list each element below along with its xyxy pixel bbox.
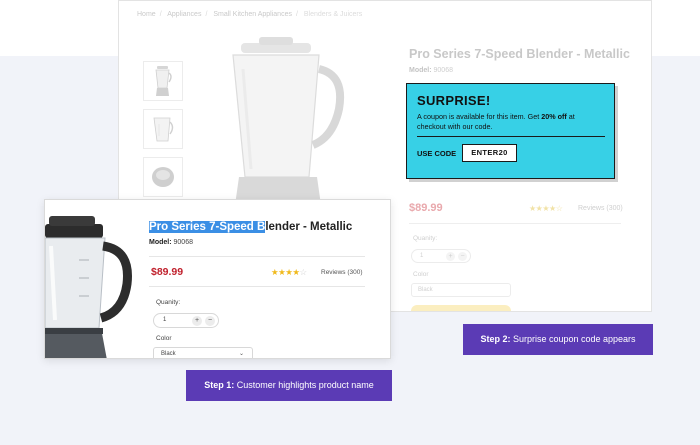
breadcrumb-appliances[interactable]: Appliances — [167, 11, 201, 18]
divider — [149, 286, 365, 287]
popup-title: SURPRISE! — [417, 93, 491, 108]
minus-icon[interactable]: − — [205, 316, 215, 326]
breadcrumb-current: Blenders & Juicers — [303, 11, 363, 18]
add-to-cart-button[interactable] — [411, 305, 511, 311]
step2-label: Step 2: Surprise coupon code appears — [463, 324, 653, 355]
product-model: Model: 90068 — [149, 239, 193, 246]
rating-stars: ★★★★☆ — [271, 267, 307, 277]
plus-icon[interactable]: + — [446, 252, 455, 261]
step1-label: Step 1: Customer highlights product name — [186, 370, 392, 401]
background-stars: ★★★★☆ — [529, 204, 563, 213]
divider — [409, 223, 621, 224]
coupon-popup: SURPRISE! A coupon is available for this… — [406, 83, 615, 179]
blender-hero-image — [232, 37, 344, 219]
coupon-code-box[interactable]: ENTER20 — [462, 144, 517, 162]
background-price: $89.99 — [409, 202, 443, 214]
background-model: Model: 90068 — [409, 67, 453, 74]
background-color-select[interactable]: Black — [411, 283, 511, 297]
plus-icon[interactable]: + — [192, 316, 202, 326]
blender-product-image — [45, 216, 132, 358]
highlighted-selection[interactable]: Pro Series 7-Speed B — [149, 221, 266, 233]
popup-divider — [417, 136, 605, 137]
breadcrumb-home[interactable]: Home — [137, 11, 156, 18]
background-reviews-link[interactable]: Reviews (300) — [578, 205, 623, 212]
base-thumb-icon — [152, 167, 174, 187]
background-product-title: Pro Series 7-Speed Blender - Metallic — [409, 47, 630, 61]
product-price: $89.99 — [151, 266, 184, 278]
divider — [149, 256, 365, 257]
background-quantity-stepper[interactable]: 1 + − — [411, 249, 471, 263]
jar-thumb-icon — [153, 117, 174, 142]
popup-body: A coupon is available for this item. Get… — [417, 112, 575, 131]
breadcrumb-small-kitchen[interactable]: Small Kitchen Appliances — [213, 11, 292, 18]
reviews-link[interactable]: Reviews (300) — [321, 269, 363, 276]
quantity-value[interactable]: 1 — [163, 317, 166, 323]
product-card: Pro Series 7-Speed Blender - Metallic Mo… — [44, 199, 391, 359]
use-code-label: USE CODE — [417, 148, 457, 158]
quantity-label: Quanity: — [156, 299, 181, 306]
blender-thumb-icon — [155, 66, 172, 96]
thumbnail-3[interactable] — [143, 157, 183, 197]
thumbnail-2[interactable] — [143, 109, 183, 149]
background-color-label: Color — [413, 271, 429, 278]
quantity-stepper[interactable]: 1 + − — [153, 313, 219, 328]
minus-icon[interactable]: − — [458, 252, 467, 261]
chevron-down-icon: ⌄ — [238, 351, 244, 357]
color-select[interactable]: Black ⌄ — [153, 347, 253, 358]
product-title: Pro Series 7-Speed Blender - Metallic — [149, 221, 353, 233]
thumbnail-1[interactable] — [143, 61, 183, 101]
breadcrumb: Home / Appliances / Small Kitchen Applianc… — [137, 11, 363, 18]
background-quantity-label: Quanity: — [413, 235, 438, 242]
color-label: Color — [156, 335, 172, 342]
